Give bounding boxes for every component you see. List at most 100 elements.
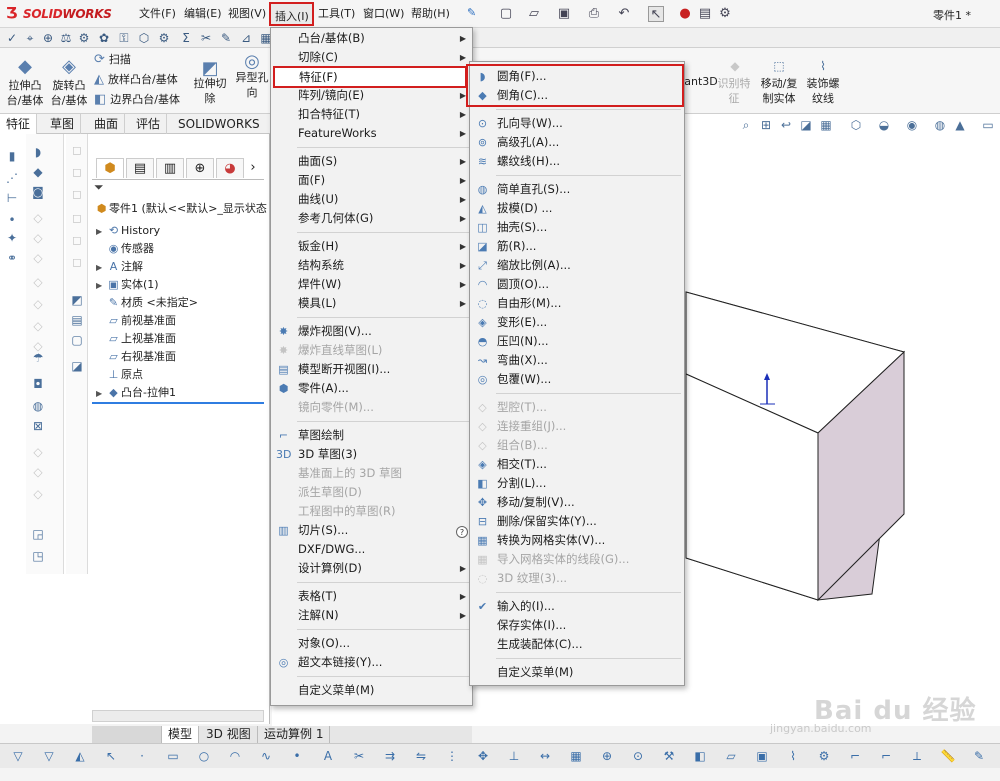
rebuild-icon[interactable]: ● — [677, 6, 693, 22]
propertymanager-tab-icon[interactable]: ▤ — [126, 158, 154, 178]
quick-snap-icon[interactable]: ⊙ — [630, 748, 646, 764]
feature-menu-item[interactable]: ◈ 相交(T)... — [470, 455, 684, 474]
feature-menu-item[interactable]: ◭ 拔模(D) ... — [470, 199, 684, 218]
previous-view-icon[interactable]: ↩ — [778, 117, 794, 133]
strip-mate-icon[interactable]: ⚭ — [4, 250, 20, 266]
insert-menu-item[interactable]: ▥ 切片(S)... — [271, 521, 472, 540]
feature-menu-item[interactable]: ✥ 移动/复制(V)... — [470, 493, 684, 512]
cosmetic-thread-button[interactable]: 装饰螺 纹线 — [803, 76, 843, 106]
filter-icon[interactable]: ▽ — [10, 748, 26, 764]
menu-edit[interactable]: 编辑(E) — [184, 6, 222, 22]
strip2-hole-icon[interactable]: ◙ — [30, 184, 46, 200]
feature-menu-item[interactable]: ◈ 变形(E)... — [470, 313, 684, 332]
feature-menu-item[interactable]: ↝ 弯曲(X)... — [470, 351, 684, 370]
offset-icon[interactable]: ⇉ — [382, 748, 398, 764]
revolve-boss-button[interactable]: ◈ 旋转凸 台/基体 — [48, 56, 90, 108]
feature-menu-item[interactable]: 保存实体(I)... — [470, 616, 684, 635]
strip-axis-icon[interactable]: ⊢ — [4, 190, 20, 206]
feature-menu-item[interactable]: ◠ 圆顶(O)... — [470, 275, 684, 294]
tab-surfaces[interactable]: 曲面 — [88, 114, 126, 134]
tree-root-part[interactable]: ⬢ 零件1 (默认<<默认>_显示状态 — [94, 200, 267, 218]
options-icon[interactable]: ✿ — [96, 30, 112, 46]
strip2-umbrella-icon[interactable]: ☂ — [30, 350, 46, 366]
tab-sketch[interactable]: 草图 — [44, 114, 82, 134]
repair-icon[interactable]: ⚒ — [661, 748, 677, 764]
tab-features[interactable]: 特征 — [0, 114, 38, 134]
smart-dimension-icon[interactable]: ⌖ — [22, 30, 38, 46]
save-icon[interactable]: ▣ — [556, 6, 572, 22]
sweep-button[interactable]: ⟳ 扫描 — [94, 52, 131, 70]
featuremanager-tab-icon[interactable]: ⬢ — [96, 158, 124, 178]
menu-help[interactable]: 帮助(H) — [411, 6, 450, 22]
help-icon[interactable]: ? — [456, 526, 468, 538]
strip3-g-icon[interactable]: ◩ — [69, 292, 85, 308]
feature-menu-item[interactable]: ◌ 自由形(M)... — [470, 294, 684, 313]
insert-menu-item[interactable]: 注解(N) ▶ — [271, 606, 472, 625]
rect-icon[interactable]: ▭ — [165, 748, 181, 764]
tab-3d-view[interactable]: 3D 视图 — [200, 726, 258, 743]
strip2-solid-icon[interactable]: ◲ — [30, 526, 46, 542]
insert-menu-item[interactable]: ✸ 爆炸视图(V)... — [271, 322, 472, 341]
insert-menu-item[interactable]: 曲线(U) ▶ — [271, 190, 472, 209]
point-icon[interactable]: • — [289, 748, 305, 764]
sketch-icon[interactable]: ⌐ — [847, 748, 863, 764]
settings-icon[interactable]: ⚙ — [156, 30, 172, 46]
feature-menu-item[interactable]: ✔ 输入的(I)... — [470, 597, 684, 616]
insert-menu-item[interactable]: 阵列/镜向(E) ▶ — [271, 86, 472, 105]
strip3-i-icon[interactable]: ▢ — [69, 332, 85, 348]
feature-menu-item[interactable]: ◓ 压凹(N)... — [470, 332, 684, 351]
file-properties-icon[interactable]: ▤ — [697, 6, 713, 22]
insert-menu-item[interactable]: DXF/DWG... — [271, 540, 472, 559]
sum-icon[interactable]: Σ — [178, 30, 194, 46]
insert-menu-item[interactable]: 自定义菜单(M) — [271, 681, 472, 700]
tabs-scroll-right-icon[interactable]: › — [244, 158, 262, 178]
menu-tools[interactable]: 工具(T) — [318, 6, 355, 22]
expand-arrow-icon[interactable]: ▶ — [96, 223, 106, 241]
expand-arrow-icon[interactable]: ▶ — [96, 277, 106, 295]
strip-line-icon[interactable]: ⋰ — [4, 170, 20, 186]
feature-menu-item[interactable]: 自定义菜单(M) — [470, 663, 684, 682]
circle-icon[interactable]: ○ — [196, 748, 212, 764]
block-icon[interactable]: ▣ — [754, 748, 770, 764]
part-icon[interactable]: ⬡ — [136, 30, 152, 46]
insert-menu-item[interactable]: ◎ 超文本链接(Y)... — [271, 653, 472, 672]
display-icon[interactable]: ◧ — [692, 748, 708, 764]
tab-motion-study[interactable]: 运动算例 1 — [258, 726, 331, 743]
expand-arrow-icon[interactable]: ▶ — [96, 385, 106, 403]
strip2-view-icon[interactable]: ◍ — [30, 398, 46, 414]
feature-menu-item[interactable]: ⤢ 缩放比例(A)... — [470, 256, 684, 275]
tree-item[interactable]: ⊥ 原点 — [96, 366, 143, 384]
extrude-boss-button[interactable]: ◆ 拉伸凸 台/基体 — [4, 56, 46, 108]
dimension-icon[interactable]: ↔ — [537, 748, 553, 764]
tabs-nav-arrows[interactable] — [92, 726, 162, 743]
configurationmanager-tab-icon[interactable]: ▥ — [156, 158, 184, 178]
menu-file[interactable]: 文件(F) — [139, 6, 176, 22]
extrude-cut-button[interactable]: ◩ 拉伸切 除 — [190, 60, 230, 106]
undo-icon[interactable]: ↶ — [616, 6, 632, 22]
strip2-block-icon[interactable]: ◳ — [30, 548, 46, 564]
select-pointer-icon[interactable]: ↖ — [648, 6, 664, 22]
feature-menu-item-highlight[interactable]: 特征(F) — [273, 66, 467, 88]
insert-menu-item[interactable]: 设计算例(D) ▶ — [271, 559, 472, 578]
strip-plane-icon[interactable]: ▮ — [4, 148, 20, 164]
feature-menu-item[interactable]: ◎ 包覆(W)... — [470, 370, 684, 389]
insert-menu-item[interactable]: 焊件(W) ▶ — [271, 275, 472, 294]
insert-menu-item[interactable]: FeatureWorks ▶ — [271, 124, 472, 143]
open-icon[interactable]: ▱ — [526, 6, 542, 22]
dimxpert-tab-icon[interactable]: ⊕ — [186, 158, 214, 178]
insert-menu-item[interactable]: ▤ 模型断开视图(I)... — [271, 360, 472, 379]
insert-menu-item[interactable]: 曲面(S) ▶ — [271, 152, 472, 171]
feature-menu-item[interactable]: ◍ 简单直孔(S)... — [470, 180, 684, 199]
measure-icon[interactable]: ⟂ — [909, 748, 925, 764]
trim-icon[interactable]: ✂ — [351, 748, 367, 764]
sketch-2-icon[interactable]: ⌐ — [878, 748, 894, 764]
feature-menu-item[interactable]: ⊚ 高级孔(A)... — [470, 133, 684, 152]
insert-menu-item[interactable]: 扣合特征(T) ▶ — [271, 105, 472, 124]
view-orientation-icon[interactable]: ⬡ — [848, 117, 864, 133]
feature-menu-item[interactable]: ◪ 筋(R)... — [470, 237, 684, 256]
insert-menu-item[interactable]: 面(F) ▶ — [271, 171, 472, 190]
pointer-icon[interactable]: ↖ — [103, 748, 119, 764]
hole-wizard-button[interactable]: ◎ 异型孔向 — [232, 53, 272, 100]
tree-item[interactable]: ◉ 传感器 — [96, 240, 154, 258]
loft-button[interactable]: ◭ 放样凸台/基体 — [94, 72, 178, 90]
